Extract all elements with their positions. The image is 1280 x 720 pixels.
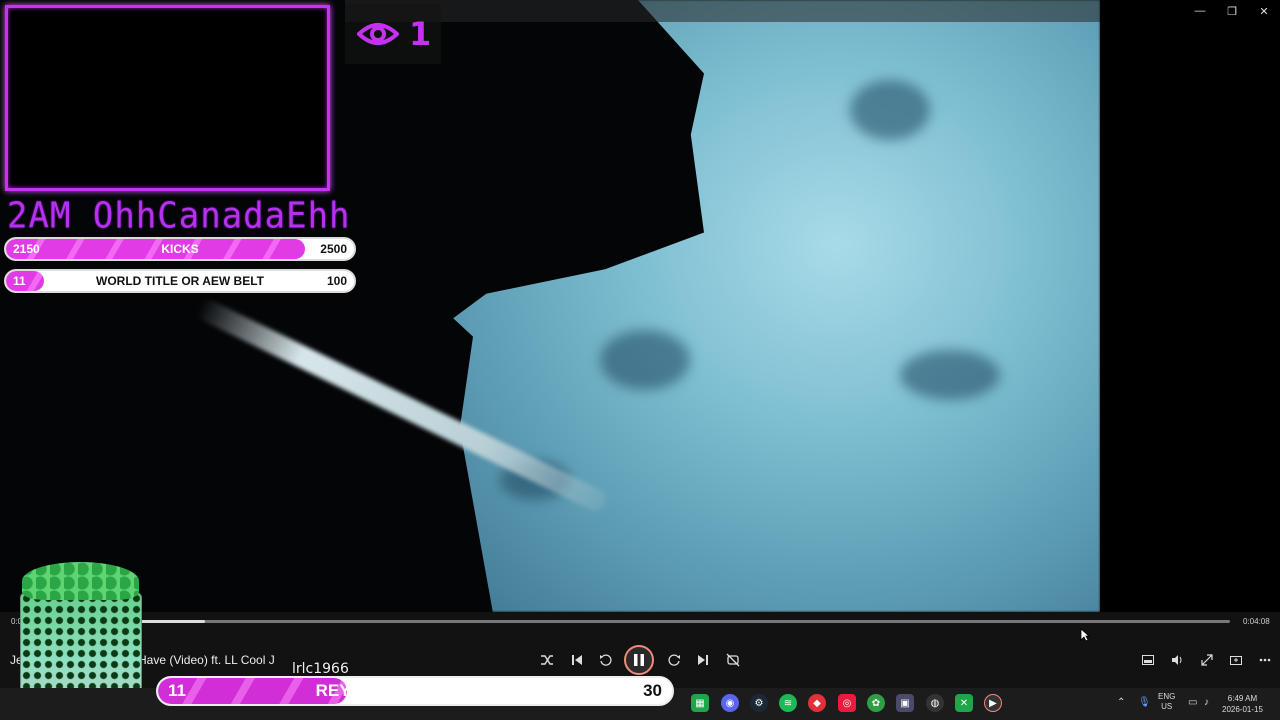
language-code: ENG — [1158, 692, 1176, 701]
shuffle-icon — [541, 655, 553, 665]
next-icon — [698, 655, 708, 665]
clock-time: 6:49 AM — [1227, 694, 1258, 703]
more-icon — [1259, 658, 1271, 662]
pause-icon — [634, 654, 644, 666]
video-subject — [453, 0, 1100, 612]
video-shadow — [600, 330, 690, 390]
rewind-button[interactable] — [595, 649, 617, 671]
eye-icon — [357, 23, 399, 45]
gallery-icon[interactable]: ▣ — [896, 694, 914, 712]
cast-icon — [1230, 656, 1242, 665]
goal-label: WORLD TITLE OR AEW BELT — [96, 274, 264, 288]
taskbar-clock[interactable]: 6:49 AM 2026-01-15 — [1222, 693, 1263, 715]
shuffle-button[interactable] — [536, 649, 558, 671]
microphone-icon[interactable]: 🎙 — [1138, 697, 1151, 708]
volume-button[interactable] — [1167, 651, 1187, 669]
video-shadow — [850, 80, 930, 140]
goal-target: 100 — [326, 274, 347, 288]
track-title-rest: Have (Video) ft. LL Cool J — [138, 653, 275, 667]
minimize-icon: — — [1194, 5, 1206, 17]
volume-icon — [1171, 655, 1181, 665]
next-button[interactable] — [692, 649, 714, 671]
goal-target: 2500 — [320, 242, 347, 256]
user-tag: lrlc1966 — [292, 661, 349, 677]
mouse-cursor-icon — [1080, 628, 1090, 642]
red-app-icon[interactable]: ◆ — [808, 694, 826, 712]
region-code: US — [1161, 702, 1173, 711]
goal-current: 11 — [168, 681, 186, 700]
miniplayer-icon — [1142, 655, 1154, 665]
forward-button[interactable] — [663, 649, 685, 671]
maximize-icon: ❐ — [1227, 5, 1237, 18]
video-shadow — [900, 350, 1000, 400]
goal-bar-kicks: KICKS 2150 2500 — [4, 237, 356, 261]
network-icon[interactable]: ▭ — [1188, 697, 1197, 708]
green-app-icon[interactable]: ✿ — [867, 694, 885, 712]
goal-label: KICKS — [161, 242, 199, 256]
language-indicator[interactable]: ENG US — [1158, 692, 1175, 712]
red-app-2-icon[interactable]: ◎ — [838, 694, 856, 712]
close-icon: ✕ — [1259, 5, 1269, 18]
spotify-icon[interactable]: ≋ — [779, 694, 797, 712]
webcam-frame — [5, 5, 330, 191]
previous-button[interactable] — [566, 649, 588, 671]
viewer-counter: 1 — [345, 4, 441, 64]
fullscreen-icon — [1201, 654, 1213, 666]
spreadsheets-icon[interactable]: ▦ — [691, 694, 709, 712]
tray-overflow-icon[interactable]: ⌃ — [1117, 697, 1125, 708]
goal-bar-mask: REY OR KALISTO MASK 11 30 — [156, 676, 674, 706]
media-player-icon[interactable]: ▶ — [984, 694, 1002, 712]
seek-bar[interactable] — [24, 620, 1230, 623]
repeat-off-icon — [726, 653, 740, 667]
miniplayer-button[interactable] — [1138, 651, 1158, 669]
pause-button[interactable] — [624, 645, 654, 675]
more-button[interactable] — [1255, 651, 1275, 669]
cast-button[interactable] — [1226, 651, 1246, 669]
maximize-button[interactable]: ❐ — [1216, 0, 1248, 22]
fullscreen-button[interactable] — [1197, 651, 1217, 669]
previous-icon — [572, 655, 582, 665]
video-top-shade — [345, 0, 1100, 22]
xbox-icon[interactable]: ✕ — [955, 694, 973, 712]
streamer-name: 2AM OhhCanadaEhh — [7, 195, 351, 237]
plant-leaves — [22, 562, 139, 600]
time-total: 0:04:08 — [1243, 617, 1270, 626]
close-button[interactable]: ✕ — [1248, 0, 1280, 22]
steam-icon[interactable]: ⚙ — [750, 694, 768, 712]
goal-current: 2150 — [13, 242, 40, 256]
forward-30-icon — [668, 654, 680, 666]
window-controls: — ❐ ✕ — [1184, 0, 1280, 22]
goal-bar-world-title: WORLD TITLE OR AEW BELT 11 100 — [4, 269, 356, 293]
discord-icon[interactable]: ◉ — [721, 694, 739, 712]
viewer-count: 1 — [409, 15, 432, 53]
speaker-icon[interactable]: ♪ — [1204, 697, 1209, 708]
goal-target: 30 — [643, 681, 662, 700]
rewind-10-icon — [600, 654, 612, 666]
obs-icon[interactable]: ◍ — [926, 694, 944, 712]
goal-current: 11 — [13, 274, 26, 288]
goal-label: REY OR KALISTO MASK — [315, 681, 515, 700]
desktop-screen: — ❐ ✕ 1 2AM OhhCanadaEhh KICKS 2150 2500… — [0, 0, 1280, 720]
clock-date: 2026-01-15 — [1222, 705, 1263, 714]
minimize-button[interactable]: — — [1184, 0, 1216, 22]
repeat-button[interactable] — [722, 649, 744, 671]
